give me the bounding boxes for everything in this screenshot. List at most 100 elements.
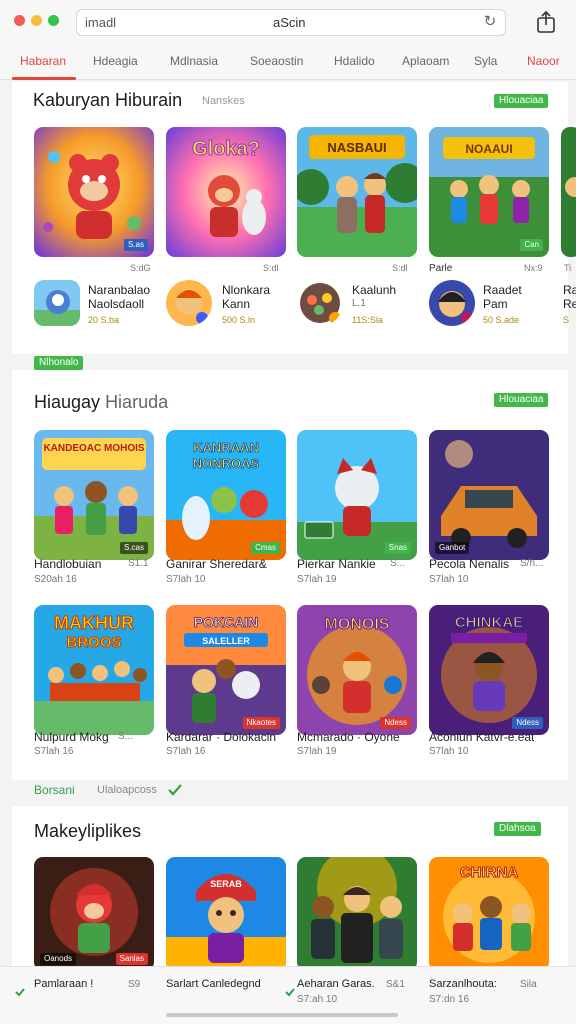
app-title: Nlonkara [222,283,271,297]
tab-hdeagia[interactable]: Hdeagia [93,54,138,68]
game-card[interactable]: KANRAAN NONROAS Cmas [166,430,286,560]
card-price: Parle [429,263,453,274]
card-tag: Snas [384,542,411,554]
game-card[interactable]: CHINKAE Ndess [429,605,549,735]
card-tag: Ganbot [435,542,470,554]
game-art-image [297,857,417,971]
game-title: Pierkar Nankie [297,557,376,571]
address-bar-url: aScin [273,15,306,30]
window-titlebar: imadl aScin ↻ [0,0,576,44]
tab-naoor[interactable]: Naoor [527,54,560,68]
svg-text:BROOS: BROOS [66,634,121,651]
game-card[interactable]: Oanods Sanlas [34,857,154,971]
close-window-button[interactable] [14,15,25,26]
refresh-icon[interactable] [166,782,184,798]
game-card[interactable]: NASBAUI [297,127,417,257]
app-subtitle: L.1 [352,298,366,309]
section3-badge[interactable]: Dlahsoa [494,822,541,836]
card-tag: Cmas [251,542,280,554]
section2-title-light: Hiaruda [105,392,169,412]
app-icon[interactable] [166,280,212,326]
game-art-image: CHIRNA [429,857,549,971]
reload-icon[interactable]: ↻ [481,13,499,31]
game-card[interactable]: CHIRNA [429,857,549,971]
app-title: Raadet [483,283,522,297]
share-icon[interactable] [536,10,556,34]
card-tag: Oanods [40,953,77,965]
app-title: Ra [563,283,576,297]
game-art-image: CHINKAE [429,605,549,735]
game-card[interactable] [561,127,576,257]
game-meta: S7lah 19 [297,746,337,757]
game-card[interactable]: SERAB [166,857,286,971]
app-title: Kaalunh [352,283,397,297]
app-rating: 20 S.ba [88,315,120,325]
game-art-image: MONOIS [297,605,417,735]
game-art-image: KANRAAN NONROAS [166,430,286,560]
item-title: Sarzanlhouta: [429,978,497,990]
category-tabs: Habaran Hdeagia Mdlnasia Soeaostin Hdali… [0,44,576,80]
tab-mdlnasia[interactable]: Mdlnasia [170,54,218,68]
address-bar[interactable]: imadl aScin ↻ [76,9,506,36]
svg-text:NONROAS: NONROAS [193,456,260,471]
app-icon[interactable] [34,280,80,326]
section1-subtitle: Nanskes [202,95,245,107]
card-tag: S.as [123,239,148,251]
tab-habaran[interactable]: Habaran [20,54,66,68]
maximize-window-button[interactable] [48,15,59,26]
section3-title: Makeyliplikes [34,821,142,841]
app-subtitle: Pam [483,297,508,311]
section1-badge[interactable]: Hlouaciaa [494,94,549,108]
app-icon-image [34,280,80,326]
card-art-text: CHINKAE [455,614,523,631]
minimize-window-button[interactable] [31,15,42,26]
game-title: Kardarar · Dolokacin [166,730,277,744]
tab-hdalido[interactable]: Hdalido [334,54,375,68]
app-subtitle: Kann [222,297,251,311]
section1-footer-badge[interactable]: Nlhonalo [34,356,84,370]
item-price: Sila [520,979,537,990]
game-meta: S7lah 19 [297,574,337,585]
game-card[interactable] [297,857,417,971]
game-art-image: MAKHUR BROOS [34,605,154,735]
address-bar-prefix: imadl [85,15,117,30]
home-indicator[interactable] [166,1013,398,1017]
checkmark-icon [285,988,295,997]
game-title: Mcmarado · Oyone [297,730,400,744]
tab-soeaostin[interactable]: Soeaostin [250,54,303,68]
card-tag: Ndess [512,717,543,729]
card-tag: Nkaotes [242,717,280,729]
game-card[interactable]: Ganbot [429,430,549,560]
svg-text:Gloka?: Gloka? [192,138,260,160]
game-card[interactable]: KANDEOAC MOHOIS S.cas [34,430,154,560]
card-price: Nx:9 [524,263,543,273]
game-card[interactable]: MONOIS Ndess [297,605,417,735]
active-tab-indicator [12,77,76,80]
game-card[interactable]: MAKHUR BROOS [34,605,154,735]
app-icon[interactable] [429,280,475,326]
game-meta: S20ah 16 [34,574,77,585]
game-card[interactable]: S.as [34,127,154,257]
tab-aplaoam[interactable]: Aplaoam [402,54,449,68]
card-art-text: CHIRNA [460,864,518,881]
game-card[interactable]: POKCAIN SALELLER Nkaotes [166,605,286,735]
game-art-image [297,430,417,560]
app-icon[interactable] [297,280,343,326]
game-card[interactable]: Snas [297,430,417,560]
game-title: Handlobuian [34,557,102,571]
section2-badge[interactable]: Hlouaciaa [494,393,549,407]
game-art-image: NOAAUI [429,127,549,257]
recommend-link[interactable]: Borsani [34,783,75,797]
game-art-image [34,127,154,257]
section1-title: Kaburyan Hiburain [33,90,183,110]
item-meta: S7:dn 16 [429,994,470,1005]
game-card[interactable]: NOAAUI Can [429,127,549,257]
svg-text:NOAAUI: NOAAUI [465,142,512,156]
section2-title-main: Hiaugay [34,392,101,412]
tab-syla[interactable]: Syla [474,54,497,68]
svg-text:NASBAUI: NASBAUI [327,140,386,155]
card-tag: S.cas [119,542,148,554]
game-title: Ganirar Sheredar& [166,557,267,571]
game-card[interactable]: Gloka? [166,127,286,257]
game-art-image: SERAB [166,857,286,971]
